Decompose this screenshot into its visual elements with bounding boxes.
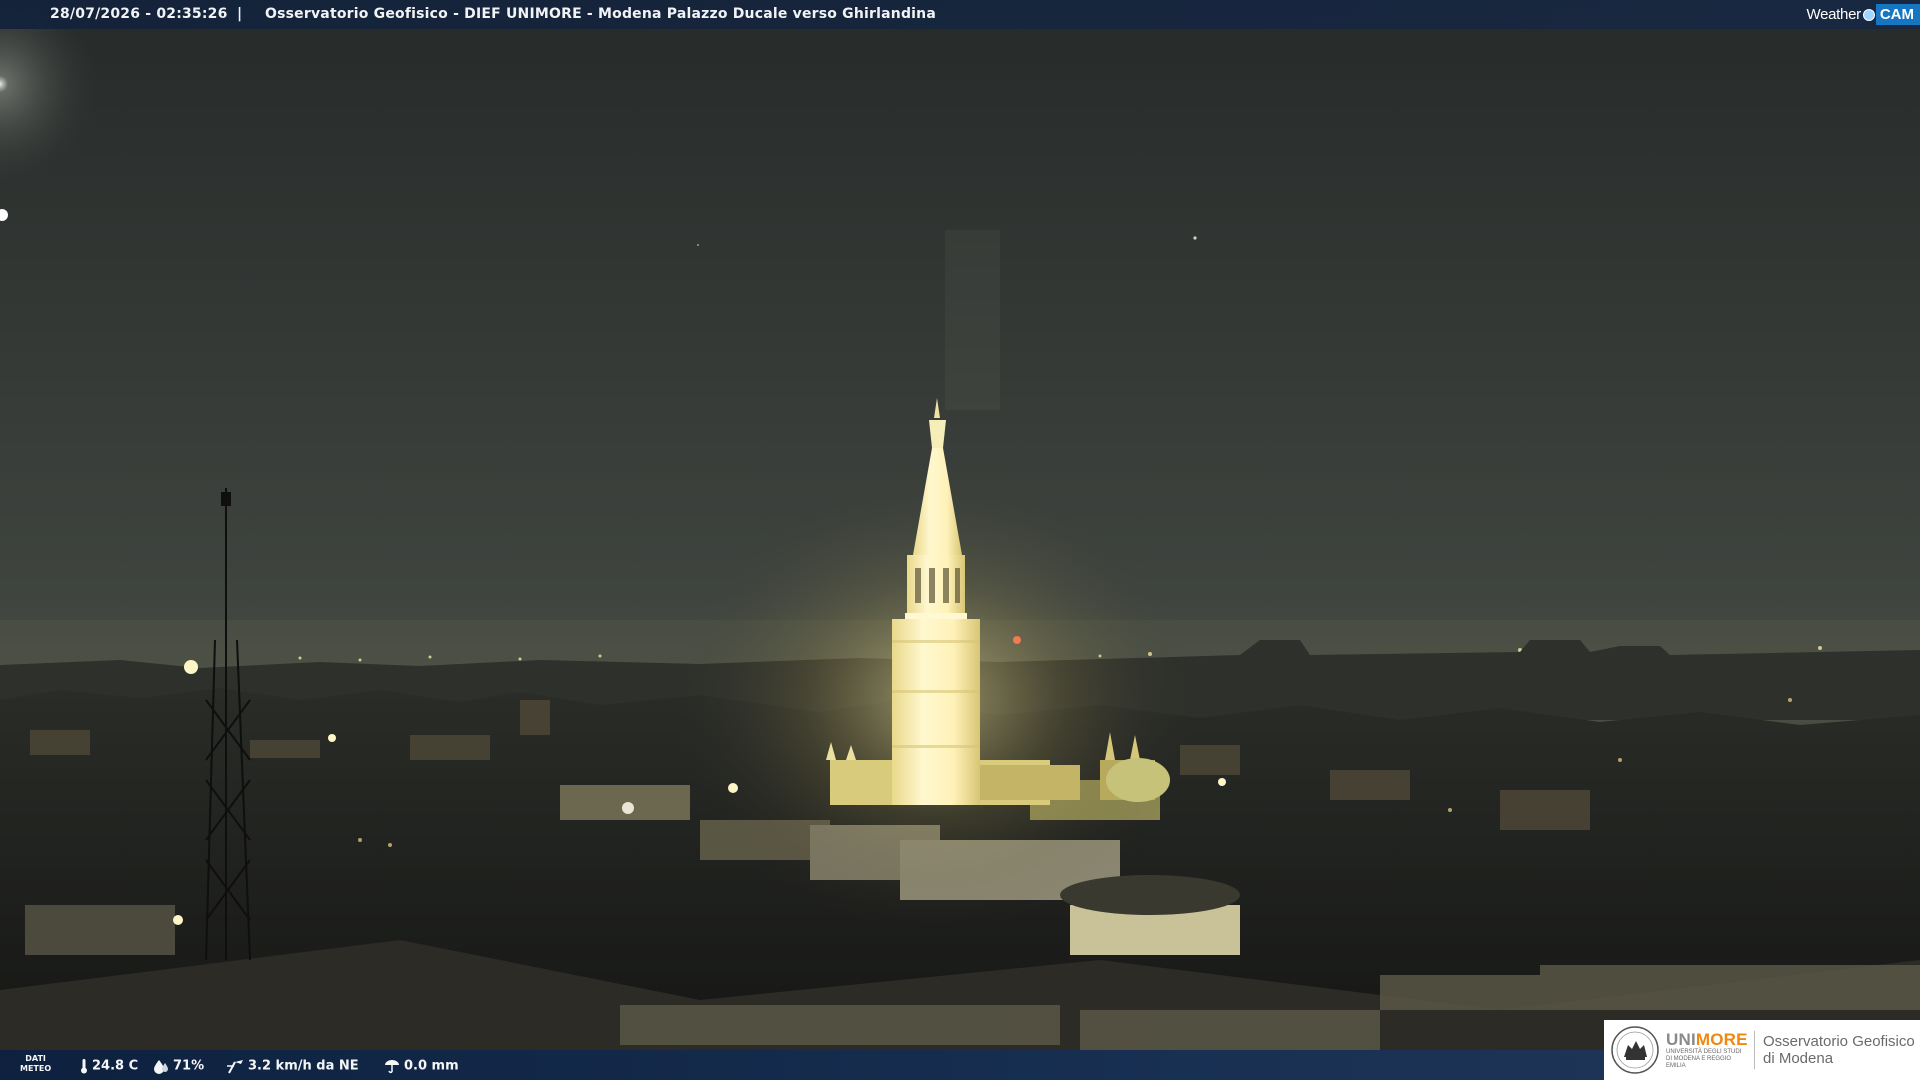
humidity-value: 71% (173, 1058, 205, 1074)
humidity-reading: 71% (153, 1058, 204, 1074)
temperature-reading: 24.8 C (80, 1058, 138, 1074)
unimore-wordmark: UNIMORE UNIVERSITÀ DEGLI STUDI DI MODENA… (1666, 1029, 1748, 1069)
weathercam-logo: Weather CAM (1807, 2, 1920, 27)
caption-separator: | (237, 6, 243, 22)
observatory-name: Osservatorio Geofisico di Modena (1763, 1033, 1915, 1067)
badge-divider (1754, 1031, 1755, 1069)
wind-reading: 3.2 km/h da NE (226, 1058, 359, 1074)
caption-bar: 28/07/2026 - 02:35:26 | Osservatorio Geo… (0, 0, 1920, 29)
weathercam-globe-icon (1862, 8, 1875, 21)
rain-reading: 0.0 mm (384, 1058, 459, 1074)
unimore-seal-icon (1611, 1026, 1659, 1074)
webcam-frame: 28/07/2026 - 02:35:26 | Osservatorio Geo… (0, 0, 1920, 1080)
drop-icon (154, 1060, 168, 1074)
timestamp: 28/07/2026 - 02:35:26 (50, 6, 228, 22)
rain-gauge-icon (385, 1060, 399, 1074)
thermometer-icon (81, 1059, 87, 1074)
camera-title: Osservatorio Geofisico - DIEF UNIMORE - … (265, 6, 936, 22)
weathercam-logo-weather: Weather (1806, 6, 1862, 23)
wind-vane-icon (227, 1060, 243, 1074)
night-city-view (0, 0, 1920, 1080)
weather-data-label: DATI METEO (20, 1054, 52, 1073)
weathercam-logo-cam: CAM (1875, 4, 1920, 25)
rain-value: 0.0 mm (404, 1058, 459, 1074)
unimore-badge: UNIMORE UNIVERSITÀ DEGLI STUDI DI MODENA… (1604, 1020, 1920, 1080)
wind-value: 3.2 km/h da NE (248, 1058, 359, 1074)
unimore-subtitle: UNIVERSITÀ DEGLI STUDI DI MODENA E REGGI… (1666, 1048, 1742, 1069)
temperature-value: 24.8 C (92, 1058, 139, 1074)
